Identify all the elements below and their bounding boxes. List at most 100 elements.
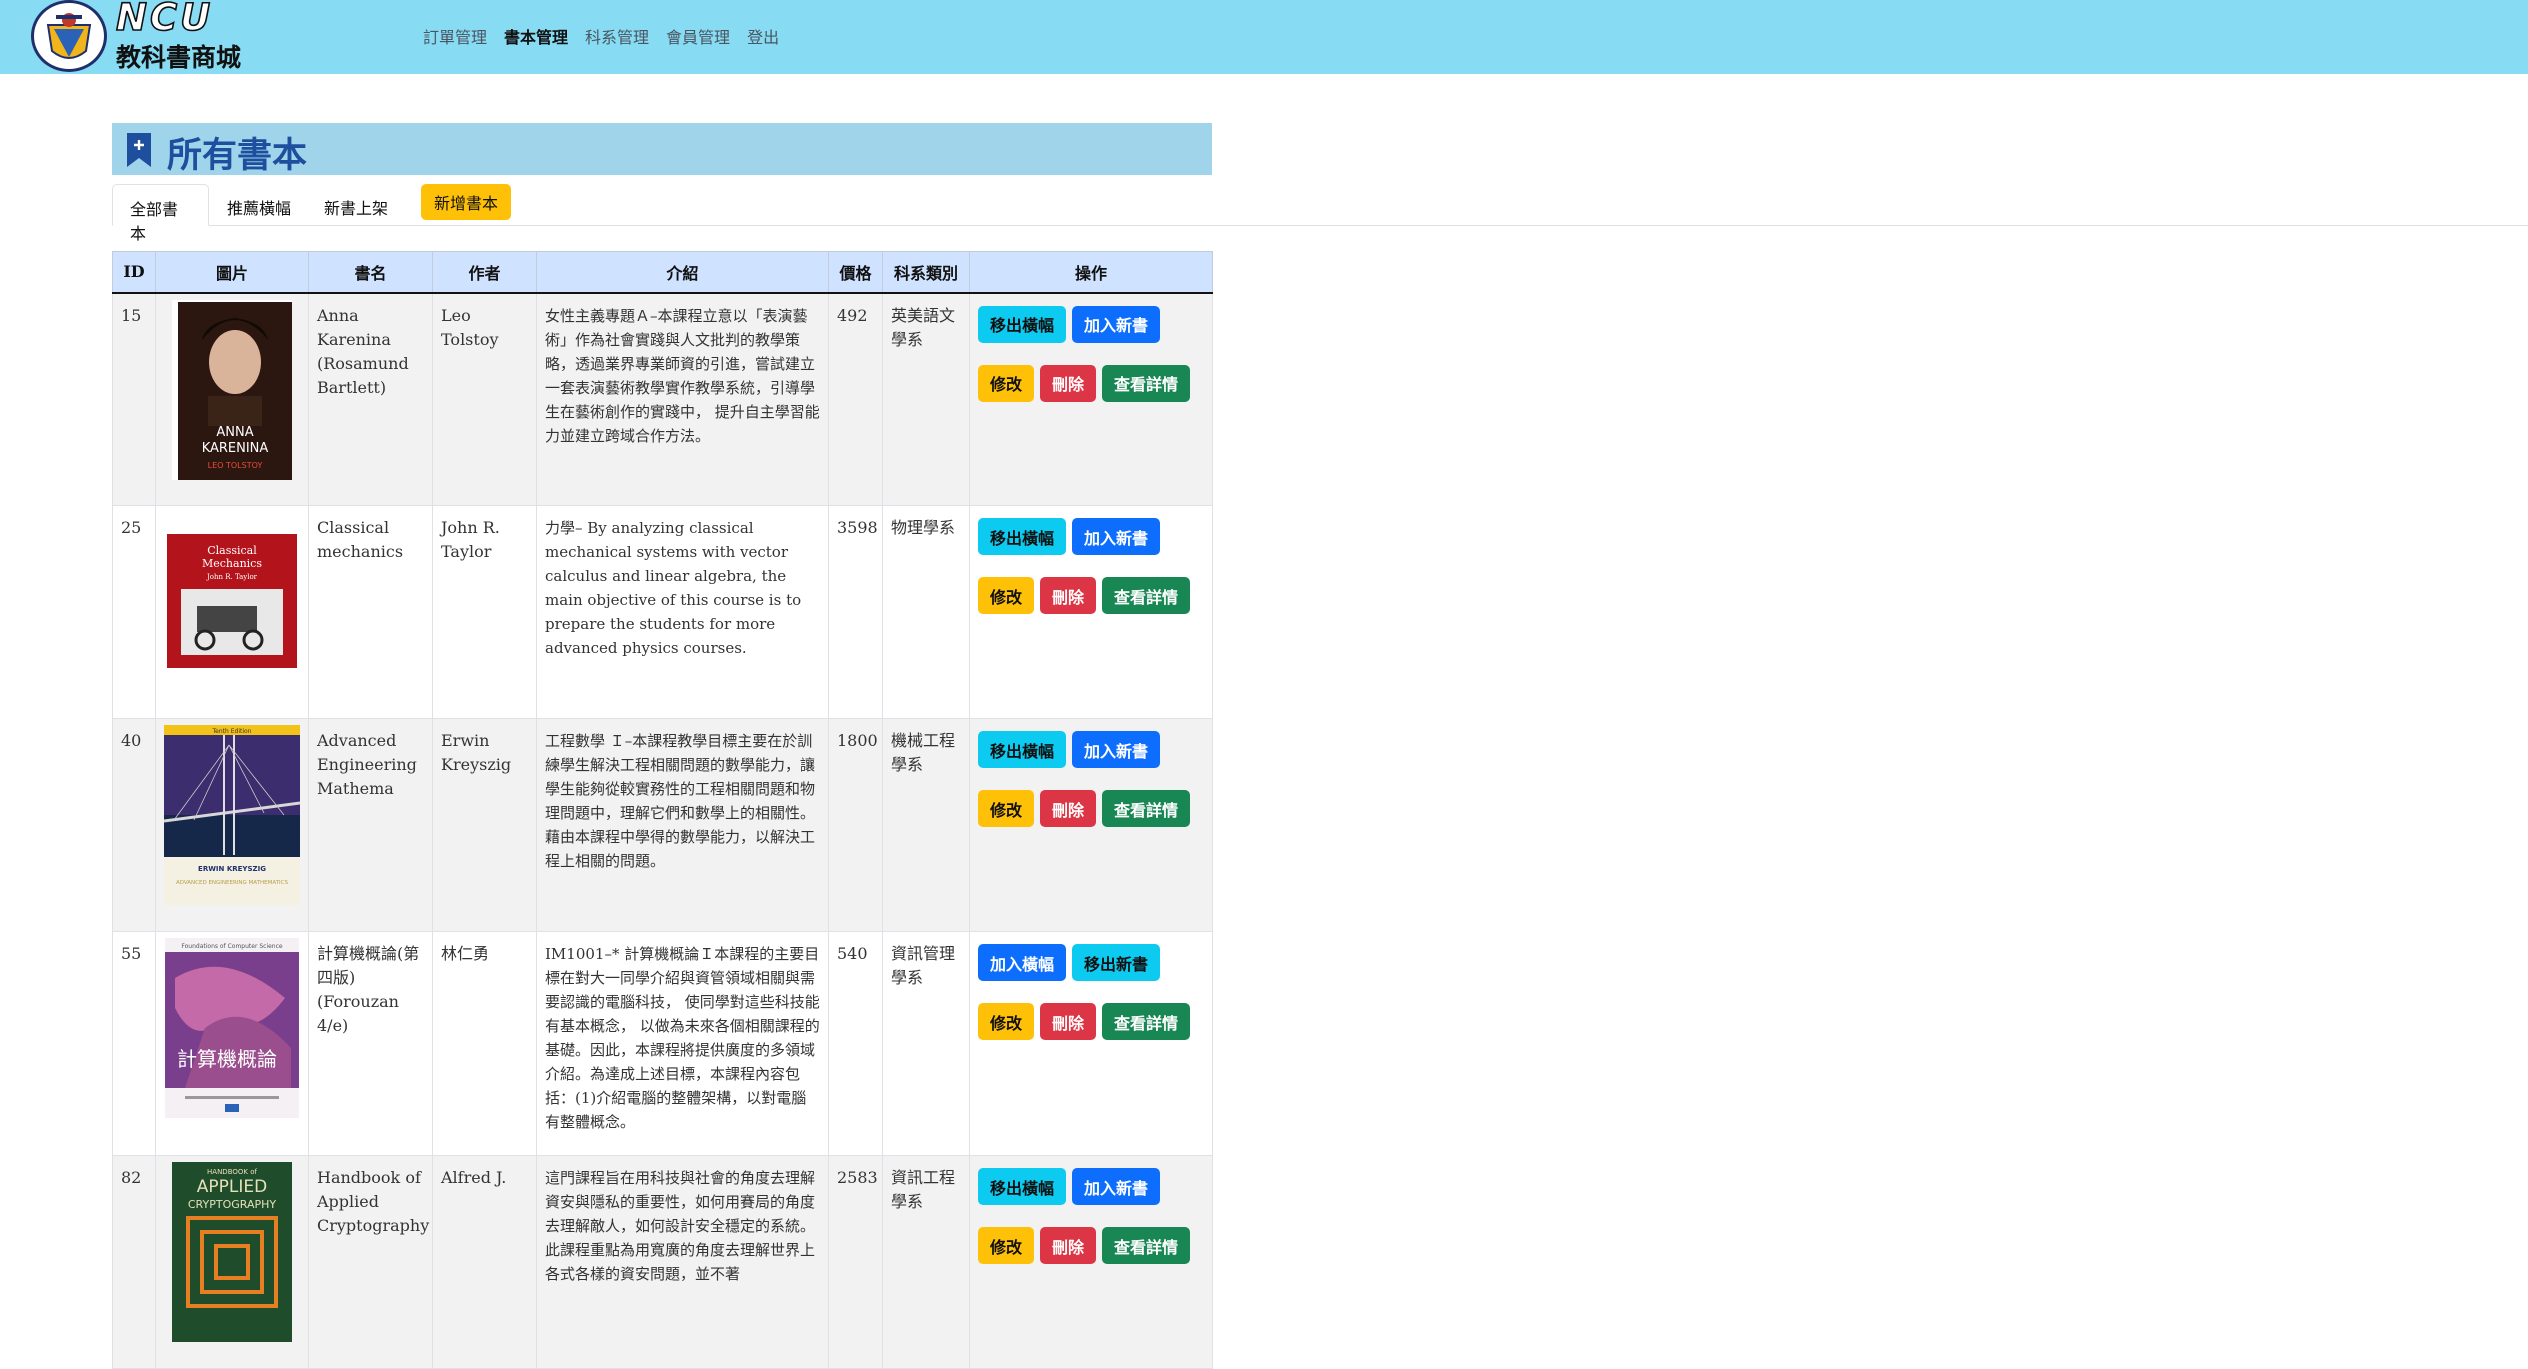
table-row: 25 Classical Mechanics John R. Taylor Cl… bbox=[112, 505, 1213, 719]
cell-id: 40 bbox=[112, 718, 156, 932]
table-header-row: ID 圖片 書名 作者 介紹 價格 科系類別 操作 bbox=[112, 251, 1213, 294]
add-book-button[interactable]: 新增書本 bbox=[421, 184, 511, 220]
cell-intro: 工程數學 Ｉ–本課程教學目標主要在於訓練學生解決工程相關問題的數學能力，讓學生能… bbox=[536, 718, 829, 932]
cover-text-3: LEO TOLSTOY bbox=[208, 461, 263, 470]
cell-name: Advanced Engineering Mathema bbox=[308, 718, 433, 932]
cell-name: Anna Karenina (Rosamund Bartlett) bbox=[308, 292, 433, 506]
add-new-book-button[interactable]: 加入新書 bbox=[1072, 731, 1161, 768]
remove-banner-button[interactable]: 移出橫幅 bbox=[978, 305, 1067, 343]
cell-intro: IM1001–* 計算機概論Ｉ本課程的主要目標在對大一同學介紹與資管領域相關與需… bbox=[536, 931, 829, 1156]
cell-price: 492 bbox=[828, 292, 883, 506]
tabs-divider bbox=[112, 225, 2528, 226]
add-new-book-button[interactable]: 加入新書 bbox=[1072, 518, 1161, 555]
add-banner-button[interactable]: 加入橫幅 bbox=[978, 944, 1067, 981]
add-new-book-button[interactable]: 加入新書 bbox=[1072, 1168, 1161, 1205]
cell-intro: 女性主義專題Ａ–本課程立意以「表演藝術」作為社會實踐與人文批判的教學策略，透過業… bbox=[536, 292, 829, 506]
nav-members[interactable]: 會員管理 bbox=[666, 24, 730, 48]
cell-ops: 移出橫幅 加入新書 修改 刪除 查看詳情 bbox=[969, 292, 1213, 506]
table-row: 15 ANNA KARENINA LEO TOLSTOY Anna Kareni… bbox=[112, 292, 1213, 506]
cover-text-3: CRYPTOGRAPHY bbox=[188, 1198, 277, 1211]
cell-intro: 力學– By analyzing classical mechanical sy… bbox=[536, 505, 829, 719]
page-header: 所有書本 bbox=[112, 123, 1212, 176]
delete-button[interactable]: 刪除 bbox=[1040, 577, 1097, 614]
cell-price: 1800 bbox=[828, 718, 883, 932]
cell-author: Erwin Kreyszig bbox=[432, 718, 537, 932]
tab-new-books[interactable]: 新書上架 bbox=[307, 184, 405, 226]
cover-text-2: 計算機概論 bbox=[177, 1047, 277, 1071]
cell-ops: 移出橫幅 加入新書 修改 刪除 查看詳情 bbox=[969, 718, 1213, 932]
books-table: ID 圖片 書名 作者 介紹 價格 科系類別 操作 15 ANNA KARENI… bbox=[112, 251, 1213, 1369]
cell-dept: 資訊工程學系 bbox=[882, 1155, 970, 1369]
cell-name: Handbook of Applied Cryptography bbox=[308, 1155, 433, 1369]
delete-button[interactable]: 刪除 bbox=[1040, 790, 1097, 827]
tab-all-books[interactable]: 全部書本 bbox=[112, 184, 209, 243]
cell-image: HANDBOOK of APPLIED CRYPTOGRAPHY bbox=[155, 1155, 309, 1369]
delete-button[interactable]: 刪除 bbox=[1040, 1227, 1097, 1264]
edit-button[interactable]: 修改 bbox=[978, 1227, 1035, 1264]
view-detail-button[interactable]: 查看詳情 bbox=[1102, 790, 1191, 827]
edit-button[interactable]: 修改 bbox=[978, 1003, 1035, 1040]
cover-text-2: Mechanics bbox=[202, 557, 262, 570]
cover-text-1: ANNA bbox=[216, 425, 253, 440]
brand-title: NCU bbox=[115, 0, 214, 40]
cell-image: Tenth Edition ERWIN KREYSZIG ADVANCED EN… bbox=[155, 718, 309, 932]
delete-button[interactable]: 刪除 bbox=[1040, 364, 1097, 402]
edit-button[interactable]: 修改 bbox=[978, 577, 1035, 614]
brand-subtitle: 教科書商城 bbox=[116, 43, 242, 72]
cell-ops: 加入橫幅 移出新書 修改 刪除 查看詳情 bbox=[969, 931, 1213, 1156]
header-author: 作者 bbox=[432, 251, 537, 294]
page-title: 所有書本 bbox=[167, 135, 308, 176]
cell-id: 15 bbox=[112, 292, 156, 506]
cover-text-1: Classical bbox=[207, 544, 257, 557]
top-navbar: NCU 教科書商城 訂單管理 書本管理 科系管理 會員管理 登出 bbox=[0, 0, 2528, 74]
remove-banner-button[interactable]: 移出橫幅 bbox=[978, 1168, 1067, 1205]
header-image: 圖片 bbox=[155, 251, 309, 294]
cell-image: Classical Mechanics John R. Taylor bbox=[155, 505, 309, 719]
edit-button[interactable]: 修改 bbox=[978, 364, 1035, 402]
cover-text-3: John R. Taylor bbox=[206, 573, 258, 581]
cell-id: 25 bbox=[112, 505, 156, 719]
remove-banner-button[interactable]: 移出橫幅 bbox=[978, 518, 1067, 555]
book-cover-image: ANNA KARENINA LEO TOLSTOY bbox=[172, 299, 292, 480]
view-detail-button[interactable]: 查看詳情 bbox=[1102, 577, 1191, 614]
cell-price: 540 bbox=[828, 931, 883, 1156]
header-name: 書名 bbox=[308, 251, 433, 294]
nav-departments[interactable]: 科系管理 bbox=[585, 24, 649, 48]
cover-text-1: HANDBOOK of bbox=[207, 1168, 257, 1176]
cell-image: ANNA KARENINA LEO TOLSTOY bbox=[155, 292, 309, 506]
nav-books[interactable]: 書本管理 bbox=[504, 24, 568, 48]
cell-author: Leo Tolstoy bbox=[432, 292, 537, 506]
cell-image: Foundations of Computer Science 計算機概論 bbox=[155, 931, 309, 1156]
cell-id: 82 bbox=[112, 1155, 156, 1369]
header-ops: 操作 bbox=[969, 251, 1213, 294]
book-cover-image: Foundations of Computer Science 計算機概論 bbox=[165, 938, 299, 1118]
delete-button[interactable]: 刪除 bbox=[1040, 1003, 1097, 1040]
book-cover-image: HANDBOOK of APPLIED CRYPTOGRAPHY bbox=[172, 1162, 292, 1342]
nav-links: 訂單管理 書本管理 科系管理 會員管理 登出 bbox=[423, 24, 779, 48]
ncu-emblem-icon[interactable] bbox=[31, 0, 107, 72]
nav-logout[interactable]: 登出 bbox=[747, 24, 779, 48]
cover-text-1: Tenth Edition bbox=[212, 728, 252, 735]
cell-author: John R. Taylor bbox=[432, 505, 537, 719]
view-detail-button[interactable]: 查看詳情 bbox=[1102, 1227, 1191, 1264]
remove-banner-button[interactable]: 移出橫幅 bbox=[978, 731, 1067, 768]
cell-ops: 移出橫幅 加入新書 修改 刪除 查看詳情 bbox=[969, 1155, 1213, 1369]
remove-new-book-button[interactable]: 移出新書 bbox=[1072, 944, 1161, 981]
cell-intro: 這門課程旨在用科技與社會的角度去理解資安與隱私的重要性，如何用賽局的角度去理解敵… bbox=[536, 1155, 829, 1369]
view-detail-button[interactable]: 查看詳情 bbox=[1102, 1003, 1191, 1040]
cell-price: 3598 bbox=[828, 505, 883, 719]
nav-orders[interactable]: 訂單管理 bbox=[423, 24, 487, 48]
tab-recommended-banner[interactable]: 推薦橫幅 bbox=[210, 184, 308, 226]
cell-dept: 機械工程學系 bbox=[882, 718, 970, 932]
cell-author: 林仁勇 bbox=[432, 931, 537, 1156]
cover-text-2: APPLIED bbox=[197, 1177, 267, 1197]
cover-text-3: ADVANCED ENGINEERING MATHEMATICS bbox=[176, 880, 289, 886]
cell-dept: 物理學系 bbox=[882, 505, 970, 719]
view-detail-button[interactable]: 查看詳情 bbox=[1102, 364, 1191, 402]
edit-button[interactable]: 修改 bbox=[978, 790, 1035, 827]
cell-name: 計算機概論(第四版) (Forouzan 4/e) bbox=[308, 931, 433, 1156]
header-dept: 科系類別 bbox=[882, 251, 970, 294]
books-table-container: ID 圖片 書名 作者 介紹 價格 科系類別 操作 15 ANNA KARENI… bbox=[112, 251, 1213, 1369]
header-price: 價格 bbox=[828, 251, 883, 294]
add-new-book-button[interactable]: 加入新書 bbox=[1072, 305, 1161, 343]
